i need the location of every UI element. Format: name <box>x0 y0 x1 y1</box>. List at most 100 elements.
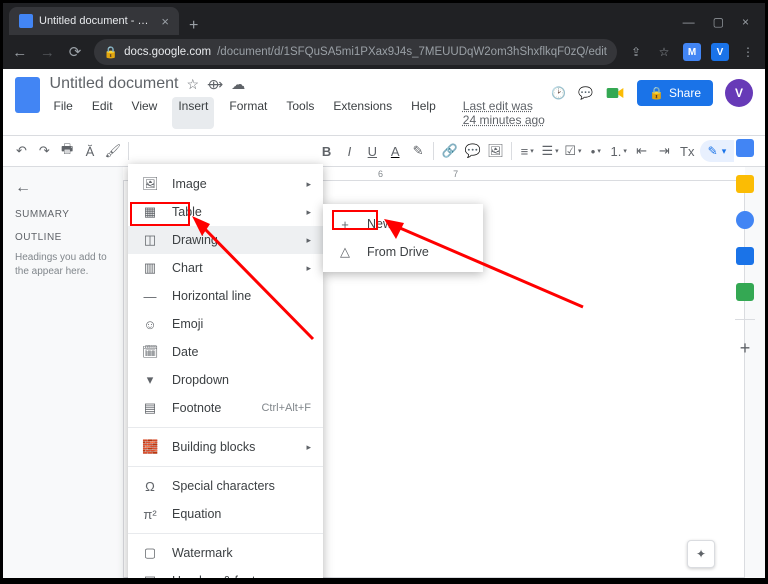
reload-icon[interactable]: ⟳ <box>66 43 84 61</box>
explore-fab[interactable]: ✦ <box>687 540 715 568</box>
bulleted-list-icon[interactable]: • <box>585 139 606 163</box>
annotation-highlight-drawing <box>130 202 190 226</box>
linespacing-icon[interactable]: ☰ <box>540 139 561 163</box>
new-tab-button[interactable]: + <box>179 17 208 35</box>
bold-icon[interactable]: B <box>316 139 337 163</box>
menu-item-dropdown[interactable]: ▾Dropdown <box>128 366 323 394</box>
comment-toolbar-icon[interactable]: 💬 <box>462 139 483 163</box>
menu-edit[interactable]: Edit <box>88 97 117 129</box>
clear-format-icon[interactable]: Tx <box>677 139 698 163</box>
dropdown-icon: ▾ <box>142 372 158 388</box>
share-button[interactable]: 🔒Share <box>637 80 713 106</box>
outline-back-icon[interactable]: ← <box>15 179 111 197</box>
comment-history-icon[interactable]: 💬 <box>578 86 593 100</box>
italic-icon[interactable]: I <box>339 139 360 163</box>
image-toolbar-icon[interactable]: 🖼 <box>485 139 506 163</box>
menu-item-equation[interactable]: π²Equation <box>128 500 323 528</box>
lock-icon: 🔒 <box>104 45 118 59</box>
docs-favicon <box>19 14 33 28</box>
back-icon[interactable]: ← <box>11 44 29 61</box>
keep-icon[interactable] <box>736 175 754 193</box>
browser-tab[interactable]: Untitled document - Google Do × <box>9 7 179 35</box>
tab-title: Untitled document - Google Do <box>39 15 155 27</box>
add-addon-icon[interactable]: + <box>740 338 751 359</box>
docs-toolbar: ↶ ↷ 🖶 Ă 🖌 B I U A ✎ 🔗 💬 🖼 ≡ ☰ ☑ • 1. ⇤ ⇥… <box>3 135 765 167</box>
docs-header: Untitled document ☆ ⟴ ☁ File Edit View I… <box>3 69 765 129</box>
building-blocks-icon: 🧱 <box>142 439 158 455</box>
contacts-icon[interactable] <box>736 247 754 265</box>
menu-insert[interactable]: Insert <box>172 97 214 129</box>
align-icon[interactable]: ≡ <box>517 139 538 163</box>
extension-m-icon[interactable]: M <box>683 43 701 61</box>
equation-icon: π² <box>142 507 158 522</box>
tab-close-icon[interactable]: × <box>161 14 169 29</box>
footnote-icon: ▤ <box>142 400 158 416</box>
drawing-icon: ◫ <box>142 232 158 248</box>
print-icon[interactable]: 🖶 <box>57 139 78 163</box>
calendar-icon[interactable] <box>736 139 754 157</box>
drive-icon: △ <box>337 244 353 260</box>
last-edit-text[interactable]: Last edit was 24 minutes ago <box>459 97 551 129</box>
forward-icon[interactable]: → <box>39 44 57 61</box>
lock-share-icon: 🔒 <box>649 86 664 100</box>
menu-item-special-chars[interactable]: ΩSpecial characters <box>128 472 323 500</box>
doc-title[interactable]: Untitled document <box>50 75 179 93</box>
spellcheck-icon[interactable]: Ă <box>80 139 101 163</box>
underline-icon[interactable]: U <box>362 139 383 163</box>
menu-format[interactable]: Format <box>225 97 271 129</box>
share-url-icon[interactable]: ⇪ <box>627 43 645 61</box>
menu-item-headers-footers[interactable]: ▤Headers & footers▸ <box>128 567 323 578</box>
paint-format-icon[interactable]: 🖌 <box>102 139 123 163</box>
menu-item-image[interactable]: 🖼Image▸ <box>128 170 323 198</box>
annotation-arrow-to-new <box>378 217 588 317</box>
checklist-icon[interactable]: ☑ <box>563 139 584 163</box>
emoji-icon: ☺ <box>142 317 158 332</box>
kebab-icon[interactable]: ⋮ <box>739 43 757 61</box>
menu-view[interactable]: View <box>128 97 162 129</box>
avatar[interactable]: V <box>725 79 753 107</box>
date-icon: 🗓 <box>142 344 158 360</box>
minimize-icon[interactable]: — <box>683 15 695 29</box>
outline-hint: Headings you add to the appear here. <box>15 251 111 279</box>
highlight-icon[interactable]: ✎ <box>408 139 429 163</box>
browser-titlebar: Untitled document - Google Do × + — ▢ × <box>3 3 765 35</box>
cloud-status-icon[interactable]: ☁ <box>231 76 245 93</box>
tasks-icon[interactable] <box>736 211 754 229</box>
star-doc-icon[interactable]: ☆ <box>186 76 199 93</box>
indent-increase-icon[interactable]: ⇥ <box>654 139 675 163</box>
annotation-arrow-to-drawing <box>188 214 318 344</box>
maximize-icon[interactable]: ▢ <box>713 15 724 29</box>
side-panel: + <box>725 131 765 359</box>
menu-file[interactable]: File <box>50 97 77 129</box>
browser-address-bar: ← → ⟳ 🔒 docs.google.com/document/d/1SFQu… <box>3 35 765 69</box>
menu-help[interactable]: Help <box>407 97 440 129</box>
menu-tools[interactable]: Tools <box>282 97 318 129</box>
history-icon[interactable]: 🕑 <box>551 86 566 100</box>
numbered-list-icon[interactable]: 1. <box>608 139 629 163</box>
close-icon[interactable]: × <box>742 15 749 29</box>
menu-item-watermark[interactable]: ▢Watermark <box>128 539 323 567</box>
menu-item-building-blocks[interactable]: 🧱Building blocks▸ <box>128 433 323 461</box>
menu-extensions[interactable]: Extensions <box>329 97 396 129</box>
redo-icon[interactable]: ↷ <box>34 139 55 163</box>
link-toolbar-icon[interactable]: 🔗 <box>439 139 460 163</box>
summary-heading: SUMMARY <box>15 209 111 220</box>
omnibox[interactable]: 🔒 docs.google.com/document/d/1SFQuSA5mi1… <box>94 39 617 65</box>
text-color-icon[interactable]: A <box>385 139 406 163</box>
url-path: /document/d/1SFQuSA5mi1PXax9J4s_7MEUUDqW… <box>217 46 607 58</box>
docs-menu-bar: File Edit View Insert Format Tools Exten… <box>50 97 552 129</box>
annotation-highlight-new <box>332 210 378 230</box>
chart-icon: ▥ <box>142 260 158 276</box>
extension-v-icon[interactable]: V <box>711 43 729 61</box>
star-icon[interactable]: ☆ <box>655 43 673 61</box>
docs-logo-icon[interactable] <box>15 77 40 113</box>
indent-decrease-icon[interactable]: ⇤ <box>631 139 652 163</box>
maps-icon[interactable] <box>736 283 754 301</box>
undo-icon[interactable]: ↶ <box>11 139 32 163</box>
meet-icon[interactable] <box>605 83 625 103</box>
move-doc-icon[interactable]: ⟴ <box>207 76 223 93</box>
outline-sidebar: ← SUMMARY OUTLINE Headings you add to th… <box>3 167 123 578</box>
outline-heading: OUTLINE <box>15 232 111 243</box>
menu-item-footnote[interactable]: ▤FootnoteCtrl+Alt+F <box>128 394 323 422</box>
special-chars-icon: Ω <box>142 479 158 494</box>
